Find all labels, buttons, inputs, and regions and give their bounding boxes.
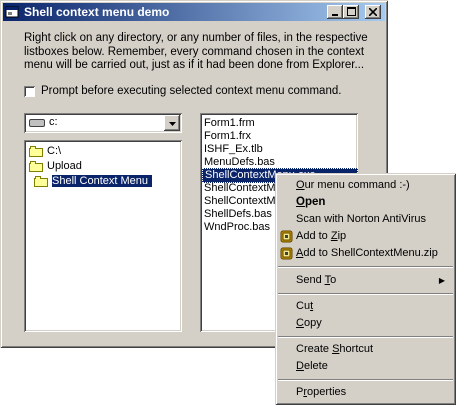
- directory-label: Shell Context Menu: [52, 175, 152, 187]
- menu-item-send-to[interactable]: Send To ▶: [278, 272, 453, 289]
- menu-separator: [278, 293, 453, 295]
- app-icon: [5, 6, 19, 18]
- minimize-button[interactable]: [327, 5, 343, 19]
- menu-item-label: Copy: [296, 317, 322, 329]
- drive-value: c:: [49, 116, 58, 128]
- menu-item-copy[interactable]: Copy: [278, 315, 453, 332]
- list-item[interactable]: ShellContextM: [204, 195, 276, 208]
- menu-item-scan-norton[interactable]: Scan with Norton AntiVirus: [278, 211, 453, 228]
- menu-item-our-command[interactable]: Our menu command :-): [278, 177, 453, 194]
- title-bar[interactable]: Shell context menu demo: [3, 3, 385, 21]
- instructions-text: Right click on any directory, or any num…: [24, 32, 368, 71]
- menu-item-label: Add to ShellContextMenu.zip: [296, 247, 438, 259]
- winzip-icon: [280, 230, 293, 243]
- prompt-checkbox-label[interactable]: Prompt before executing selected context…: [41, 85, 341, 97]
- menu-item-label: Delete: [296, 360, 328, 372]
- window-title: Shell context menu demo: [24, 5, 170, 19]
- directory-item-shell-context-menu[interactable]: Shell Context Menu: [34, 174, 152, 189]
- menu-separator: [278, 336, 453, 338]
- context-menu: Our menu command :-) Open Scan with Nort…: [275, 173, 456, 405]
- list-item[interactable]: ShellContextM: [204, 182, 276, 195]
- menu-item-open[interactable]: Open: [278, 194, 453, 211]
- list-item[interactable]: ISHF_Ex.tlb: [204, 143, 263, 156]
- menu-item-label: Properties: [296, 386, 347, 398]
- list-item[interactable]: ShellDefs.bas: [204, 208, 272, 221]
- menu-item-label: Create Shortcut: [296, 343, 374, 355]
- triangle-down-icon: [168, 122, 176, 126]
- menu-item-label: Cut: [296, 300, 314, 312]
- menu-separator: [278, 379, 453, 381]
- directory-item-root[interactable]: C:\: [29, 144, 61, 159]
- drive-icon: [29, 119, 45, 127]
- maximize-button[interactable]: [343, 5, 359, 19]
- close-icon: [368, 7, 378, 17]
- menu-item-label: Our menu command :-): [296, 179, 410, 191]
- directory-item-upload[interactable]: Upload: [29, 159, 82, 174]
- drive-combobox[interactable]: c:: [24, 113, 182, 133]
- menu-item-delete[interactable]: Delete: [278, 358, 453, 375]
- submenu-arrow-icon: ▶: [438, 276, 445, 285]
- open-folder-icon: [34, 175, 49, 187]
- maximize-icon: [346, 7, 356, 16]
- directory-label: Upload: [47, 160, 82, 172]
- winzip-icon: [280, 247, 293, 260]
- menu-item-cut[interactable]: Cut: [278, 298, 453, 315]
- close-button[interactable]: [365, 5, 381, 19]
- open-folder-icon: [29, 145, 44, 157]
- menu-item-create-shortcut[interactable]: Create Shortcut: [278, 341, 453, 358]
- menu-item-label: Send To: [296, 274, 337, 286]
- list-item[interactable]: Form1.frm: [204, 117, 255, 130]
- directory-listbox[interactable]: C:\ Upload Shell Context Menu: [24, 140, 182, 332]
- menu-item-label: Open: [296, 196, 326, 208]
- menu-item-add-to-named-zip[interactable]: Add to ShellContextMenu.zip: [278, 245, 453, 262]
- list-item[interactable]: Form1.frx: [204, 130, 251, 143]
- minimize-icon: [332, 14, 338, 16]
- prompt-checkbox[interactable]: [24, 86, 35, 97]
- directory-label: C:\: [47, 145, 62, 157]
- menu-item-add-to-zip[interactable]: Add to Zip: [278, 228, 453, 245]
- menu-item-label: Scan with Norton AntiVirus: [296, 213, 427, 225]
- menu-item-properties[interactable]: Properties: [278, 384, 453, 401]
- menu-separator: [278, 266, 453, 268]
- open-folder-icon: [29, 160, 44, 172]
- list-item[interactable]: WndProc.bas: [204, 221, 270, 234]
- menu-item-label: Add to Zip: [296, 230, 347, 242]
- drive-dropdown-button[interactable]: [164, 115, 180, 131]
